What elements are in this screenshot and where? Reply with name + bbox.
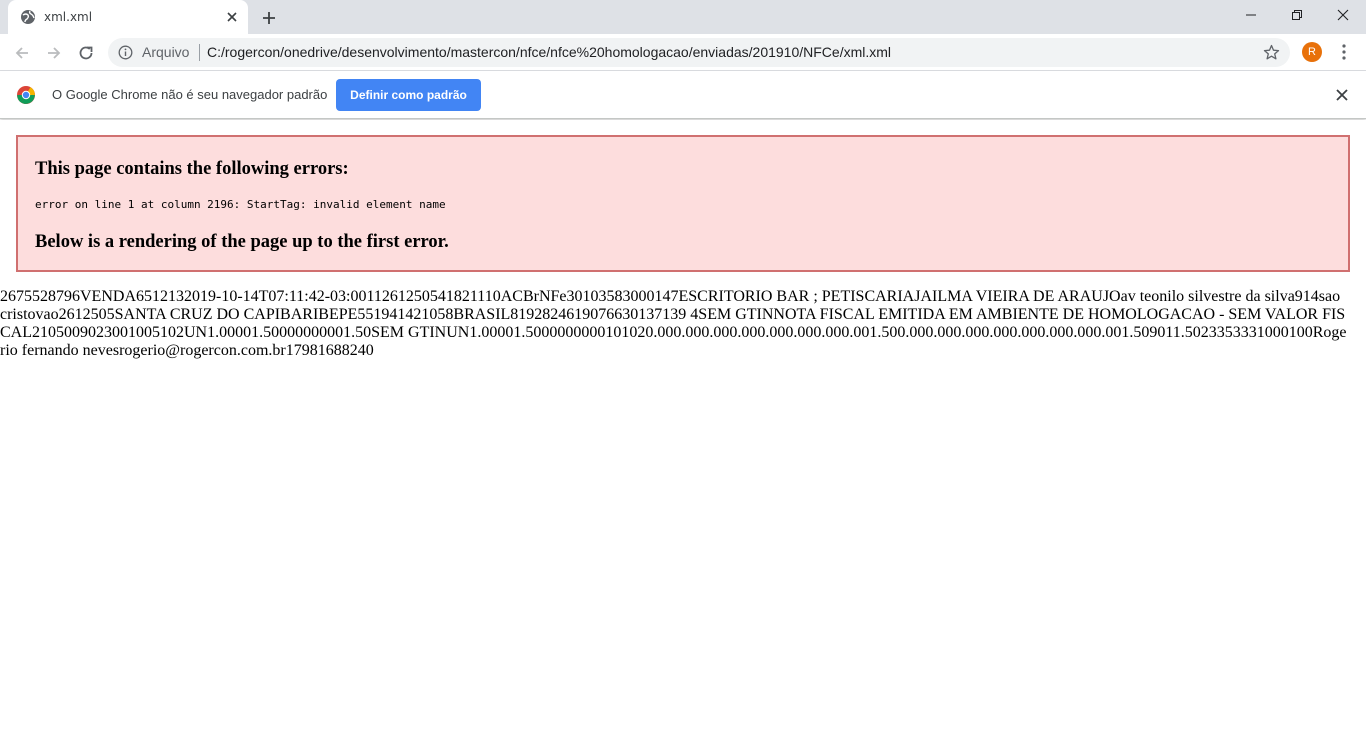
bookmark-star-icon[interactable] <box>1263 44 1280 61</box>
reload-icon <box>79 46 93 60</box>
profile-avatar[interactable]: R <box>1302 42 1322 62</box>
arrow-right-icon <box>48 47 61 59</box>
infobar-message: O Google Chrome não é seu navegador padr… <box>52 87 328 102</box>
minimize-icon <box>1246 14 1256 16</box>
reload-button[interactable] <box>74 41 98 65</box>
forward-button[interactable] <box>42 41 66 65</box>
render-heading: Below is a rendering of the page up to t… <box>35 232 449 252</box>
more-menu-icon[interactable] <box>1334 42 1354 62</box>
chrome-logo-icon <box>17 86 35 104</box>
minimize-button[interactable] <box>1228 0 1274 30</box>
back-button[interactable] <box>10 41 34 65</box>
page-content: This page contains the following errors:… <box>0 120 1366 738</box>
restore-button[interactable] <box>1274 0 1320 30</box>
new-tab-icon[interactable] <box>258 7 280 29</box>
url-scheme-label: Arquivo <box>142 44 190 60</box>
url-text[interactable]: C:/rogercon/onedrive/desenvolvimento/mas… <box>207 44 891 60</box>
close-infobar-icon[interactable] <box>1334 87 1350 103</box>
close-window-icon <box>1337 9 1349 21</box>
address-bar[interactable]: Arquivo C:/rogercon/onedrive/desenvolvim… <box>108 38 1290 67</box>
restore-icon <box>1292 10 1302 20</box>
toolbar: Arquivo C:/rogercon/onedrive/desenvolvim… <box>0 34 1366 71</box>
close-window-button[interactable] <box>1320 0 1366 30</box>
url-separator <box>199 44 200 61</box>
tab-strip: xml.xml <box>0 0 1366 34</box>
info-icon[interactable] <box>118 45 133 60</box>
error-detail: error on line 1 at column 2196: StartTag… <box>35 198 446 211</box>
error-heading: This page contains the following errors: <box>35 159 349 179</box>
xml-error-box: This page contains the following errors:… <box>16 135 1350 272</box>
xml-rendered-text: 2675528796VENDA6512132019-10-14T07:11:42… <box>0 288 1347 359</box>
globe-icon <box>21 10 35 24</box>
set-default-button[interactable]: Definir como padrão <box>336 79 481 111</box>
tab-title: xml.xml <box>44 10 93 24</box>
default-browser-infobar: O Google Chrome não é seu navegador padr… <box>0 71 1366 119</box>
arrow-left-icon <box>15 47 28 59</box>
close-tab-icon[interactable] <box>224 9 240 25</box>
tab-xml[interactable]: xml.xml <box>8 0 248 34</box>
